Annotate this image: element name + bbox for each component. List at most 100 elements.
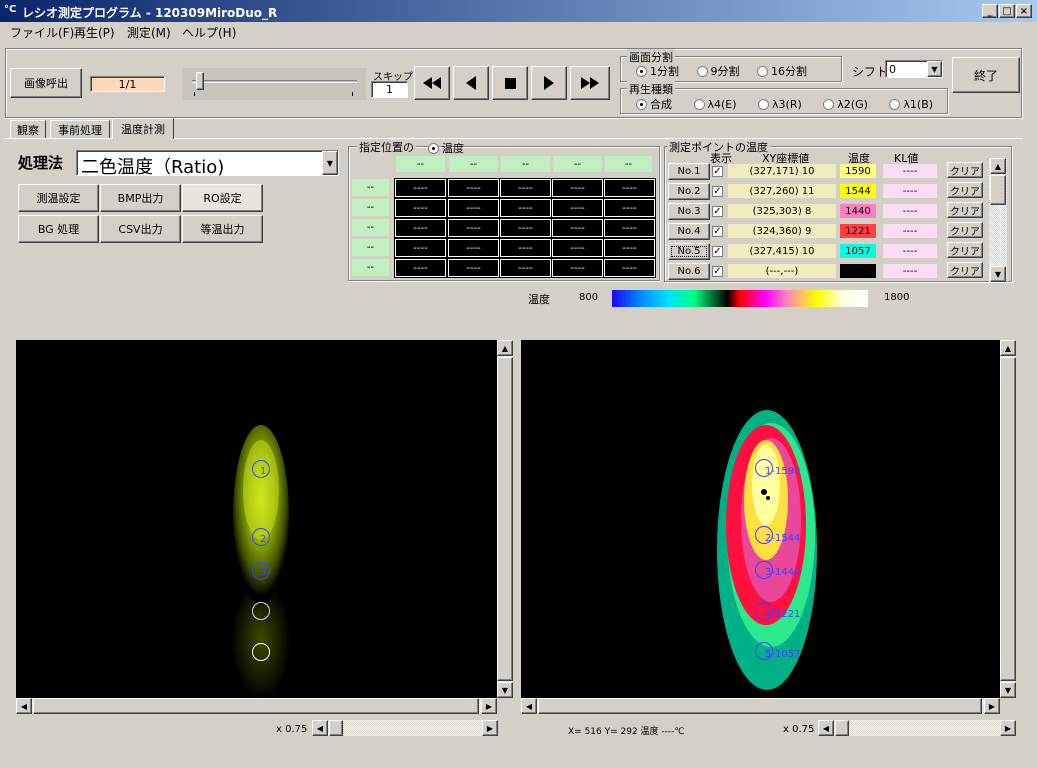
menu-file[interactable]: ファイル(F)	[10, 24, 74, 41]
fast-forward-button[interactable]	[570, 66, 610, 100]
color-scale-label: 温度	[528, 293, 550, 306]
point-temp-value: 1544	[840, 184, 876, 198]
scroll-right-icon[interactable]: ▶	[1000, 720, 1016, 736]
grid-cell: ----	[394, 238, 447, 258]
csv-output-button[interactable]: CSV出力	[100, 215, 181, 243]
stop-button[interactable]	[492, 66, 528, 100]
scroll-left-icon[interactable]: ◀	[16, 698, 32, 714]
grid-cell: ----	[499, 198, 552, 218]
tab-temperature[interactable]: 温度計測	[112, 118, 174, 139]
point-button-4[interactable]: No.4	[668, 223, 710, 240]
radio-label: λ3(R)	[772, 97, 802, 111]
bg-process-button[interactable]: BG 処理	[18, 215, 99, 243]
clear-button[interactable]: クリア	[947, 222, 983, 238]
measure-scrollbar-thumb[interactable]	[990, 175, 1006, 205]
left-image-view[interactable]: 1 2 3	[16, 340, 498, 698]
scroll-up-icon[interactable]: ▲	[990, 158, 1006, 174]
scroll-right-icon[interactable]: ▶	[984, 698, 1000, 714]
grid-cell: ----	[394, 258, 447, 278]
point-show-checkbox[interactable]: ✓	[712, 266, 723, 277]
clear-button[interactable]: クリア	[947, 162, 983, 178]
frame-slider[interactable]	[182, 68, 366, 100]
grid-cell: ----	[447, 198, 500, 218]
grid-cell: ----	[499, 218, 552, 238]
menu-measure[interactable]: 測定(M)	[127, 24, 171, 41]
rewind-button[interactable]	[414, 66, 450, 100]
menu-play[interactable]: 再生(P)	[74, 24, 115, 41]
minimize-button[interactable]: _	[982, 4, 998, 18]
radio-lambda2[interactable]: λ2(G)	[823, 98, 868, 111]
skip-input[interactable]: 1	[371, 81, 408, 98]
right-zoom-thumb[interactable]	[835, 720, 849, 736]
point-show-checkbox[interactable]: ✓	[712, 246, 723, 257]
radio-indicator	[428, 142, 439, 154]
radio-indicator	[823, 98, 835, 110]
point-button-3[interactable]: No.3	[668, 203, 710, 220]
radio-split-16[interactable]: 16分割	[757, 63, 807, 79]
chevron-down-icon[interactable]: ▼	[322, 151, 338, 175]
scroll-down-icon[interactable]: ▼	[497, 682, 513, 698]
clear-button[interactable]: クリア	[947, 242, 983, 258]
scroll-up-icon[interactable]: ▲	[1000, 340, 1016, 356]
radio-split-9[interactable]: 9分割	[696, 63, 740, 79]
clear-button[interactable]: クリア	[947, 202, 983, 218]
radio-composite[interactable]: 合成	[636, 96, 672, 112]
scroll-down-icon[interactable]: ▼	[1000, 682, 1016, 698]
tab-preprocessing[interactable]: 事前処理	[50, 120, 110, 138]
right-vscroll-thumb[interactable]	[1000, 357, 1016, 681]
point-show-checkbox[interactable]: ✓	[712, 206, 723, 217]
point-show-checkbox[interactable]: ✓	[712, 186, 723, 197]
maximize-button[interactable]: □	[999, 4, 1015, 18]
point-button-2[interactable]: No.2	[668, 183, 710, 200]
radio-lambda1[interactable]: λ1(B)	[889, 98, 933, 111]
grid-cell: ----	[394, 198, 447, 218]
scroll-down-icon[interactable]: ▼	[990, 266, 1006, 282]
method-value: 二色温度（Ratio)	[81, 157, 225, 178]
grid-cell: ----	[603, 258, 656, 278]
temp-setting-button[interactable]: 測温設定	[18, 184, 99, 212]
scroll-up-icon[interactable]: ▲	[497, 340, 513, 356]
grid-cell: ----	[447, 258, 500, 278]
scroll-right-icon[interactable]: ▶	[481, 698, 497, 714]
play-button[interactable]	[531, 66, 567, 100]
exit-button[interactable]: 終了	[952, 57, 1020, 93]
right-image-view[interactable]: 1-1590 2-1544 3-1440 4-1221 5-1057	[521, 340, 1000, 698]
point-show-checkbox[interactable]: ✓	[712, 226, 723, 237]
clear-button[interactable]: クリア	[947, 262, 983, 278]
bmp-output-button[interactable]: BMP出力	[100, 184, 181, 212]
point-button-1[interactable]: No.1	[668, 163, 710, 180]
isotherm-output-button[interactable]: 等温出力	[182, 215, 263, 243]
point-button-6[interactable]: No.6	[668, 263, 710, 280]
point-kl-value: ----	[883, 184, 937, 198]
left-hscroll-thumb[interactable]	[33, 698, 479, 714]
clear-button[interactable]: クリア	[947, 182, 983, 198]
grid-cell: ----	[551, 218, 604, 238]
point-show-checkbox[interactable]: ✓	[712, 166, 723, 177]
radio-lambda4[interactable]: λ4(E)	[693, 98, 737, 111]
chevron-down-icon[interactable]: ▼	[927, 61, 942, 77]
step-back-button[interactable]	[453, 66, 489, 100]
left-zoom-thumb[interactable]	[329, 720, 343, 736]
radio-temperature[interactable]: 温度	[428, 140, 474, 157]
scroll-left-icon[interactable]: ◀	[818, 720, 834, 736]
ro-setting-button[interactable]: RO設定	[182, 184, 263, 212]
grid-cell: ----	[603, 238, 656, 258]
menu-help[interactable]: ヘルプ(H)	[182, 24, 236, 41]
scroll-left-icon[interactable]: ◀	[312, 720, 328, 736]
load-image-button[interactable]: 画像呼出	[10, 68, 82, 98]
radio-split-1[interactable]: 1分割	[636, 63, 679, 79]
scroll-left-icon[interactable]: ◀	[521, 698, 537, 714]
tab-observation[interactable]: 観察	[10, 120, 46, 138]
method-select[interactable]: 二色温度（Ratio) ▼	[76, 150, 339, 178]
close-button[interactable]: ×	[1016, 4, 1032, 18]
point-button-5[interactable]: No.5	[668, 243, 710, 260]
left-vscroll-thumb[interactable]	[497, 357, 513, 681]
shift-select[interactable]: 0 ▼	[885, 60, 943, 78]
scroll-right-icon[interactable]: ▶	[482, 720, 498, 736]
color-scale-bar	[612, 290, 868, 307]
right-hscroll-thumb[interactable]	[538, 698, 982, 714]
slider-thumb[interactable]	[196, 72, 204, 90]
right-marker-label: 1-1590	[765, 466, 801, 477]
left-marker-label: 2	[260, 534, 267, 545]
radio-lambda3[interactable]: λ3(R)	[758, 98, 802, 111]
